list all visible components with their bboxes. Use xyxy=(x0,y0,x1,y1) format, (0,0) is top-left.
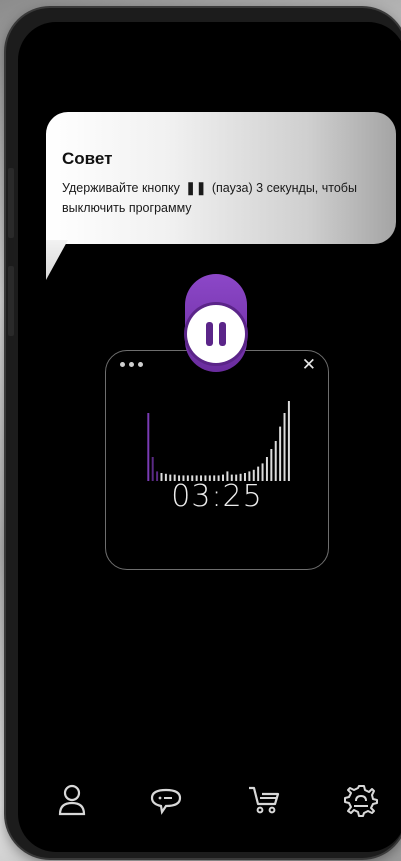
tip-text-before: Удерживайте кнопку xyxy=(62,181,180,195)
waveform-bar xyxy=(279,426,282,481)
waveform-bar xyxy=(274,441,277,481)
timer: 03:25 xyxy=(171,479,263,514)
chat-icon[interactable] xyxy=(148,782,184,818)
tip-title: Совет xyxy=(62,149,113,168)
pause-button[interactable] xyxy=(187,305,245,363)
tip-bubble: Совет Удерживайте кнопку ❚❚ (пауза) 3 се… xyxy=(46,112,396,244)
gear-icon[interactable] xyxy=(343,782,379,818)
more-options-icon[interactable] xyxy=(120,362,147,367)
user-icon[interactable] xyxy=(54,782,90,818)
pause-glyph-icon: ❚❚ xyxy=(185,181,207,195)
tip-text: Удерживайте кнопку ❚❚ (пауза) 3 секунды,… xyxy=(62,178,387,218)
waveform-bar xyxy=(265,457,268,481)
waveform-bar xyxy=(147,413,150,481)
close-icon[interactable]: ✕ xyxy=(302,355,316,375)
side-button-upper xyxy=(8,168,14,238)
waveform-bar xyxy=(151,457,154,481)
cart-icon[interactable] xyxy=(246,782,282,818)
pause-icon-bar-right xyxy=(219,322,226,346)
side-button-lower xyxy=(8,266,14,336)
bottom-navbar xyxy=(18,782,401,822)
player-widget: ✕ 03:25 xyxy=(105,350,329,570)
waveform-bar xyxy=(270,449,273,481)
waveform-bar xyxy=(283,413,286,481)
tip-tail xyxy=(46,240,68,280)
screen: Совет Удерживайте кнопку ❚❚ (пауза) 3 се… xyxy=(18,22,401,852)
waveform-bar xyxy=(287,401,290,481)
phone-frame: Совет Удерживайте кнопку ❚❚ (пауза) 3 се… xyxy=(6,8,401,858)
pause-icon-bar-left xyxy=(206,322,213,346)
waveform xyxy=(147,401,290,481)
